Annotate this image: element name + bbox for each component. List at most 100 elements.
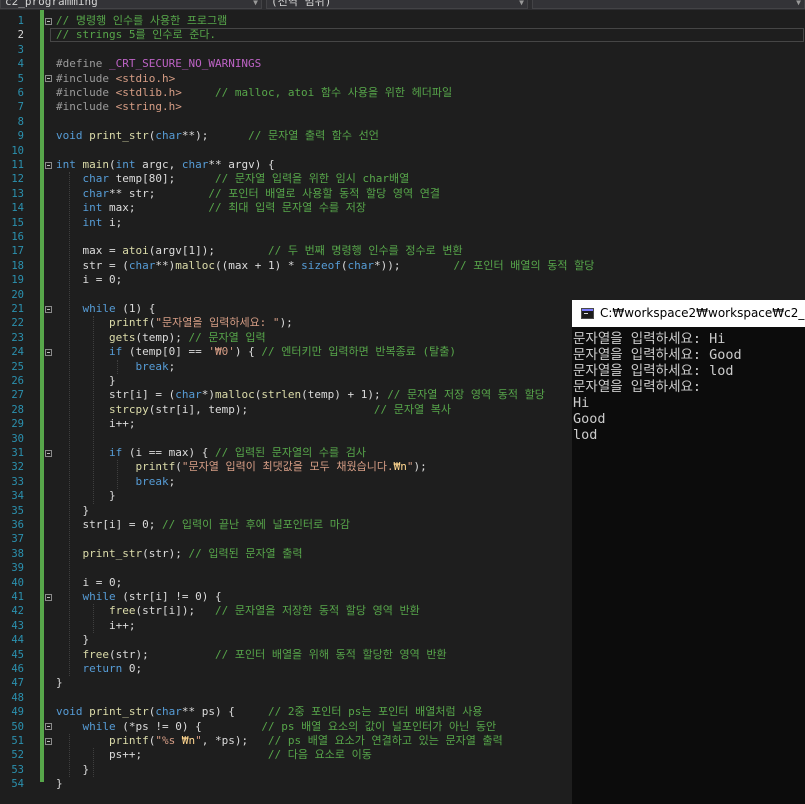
code-line[interactable]: ps++; // 다음 요소로 이동 xyxy=(56,748,372,762)
line-number: 45 xyxy=(11,648,24,661)
collapse-icon[interactable] xyxy=(45,737,52,745)
code-token: "%s xyxy=(155,734,182,747)
code-token: // 문자열 저장 영역 동적 할당 xyxy=(387,388,545,402)
code-line[interactable]: gets(temp); // 문자열 입력 xyxy=(56,331,266,345)
code-line[interactable]: #include <stdlib.h> // malloc, atoi 함수 사… xyxy=(56,86,452,100)
code-line[interactable]: int max; // 최대 입력 문자열 수를 저장 xyxy=(56,201,367,215)
code-token: #include xyxy=(56,100,116,114)
code-token: } xyxy=(56,777,63,791)
code-line[interactable]: char** str; // 포인터 배열로 사용할 동적 할당 영역 연결 xyxy=(56,187,441,201)
code-line[interactable]: print_str(str); // 입력된 문자열 출력 xyxy=(56,547,303,561)
code-line[interactable]: if (i == max) { // 입력된 문자열의 수를 검사 xyxy=(56,446,366,460)
code-line[interactable]: printf("문자열을 입력하세요: "); xyxy=(56,316,293,330)
code-token: ); xyxy=(413,460,427,474)
code-token: int xyxy=(82,215,109,229)
project-dropdown[interactable]: c2_programming ▼ xyxy=(0,0,262,9)
line-number: 25 xyxy=(11,360,24,373)
code-line[interactable]: while (1) { xyxy=(56,302,156,316)
code-line[interactable]: void print_str(char**); // 문자열 출력 함수 선언 xyxy=(56,129,379,143)
code-line[interactable]: } xyxy=(56,633,89,647)
code-line[interactable]: i++; xyxy=(56,417,136,431)
collapse-icon[interactable] xyxy=(45,161,52,169)
code-line[interactable]: printf("문자열 입력이 최댓값을 모두 채웠습니다.₩n"); xyxy=(56,460,427,474)
code-line[interactable]: } xyxy=(56,489,116,503)
code-token: char xyxy=(128,258,156,272)
code-line[interactable]: #include <stdio.h> xyxy=(56,72,175,86)
code-line[interactable]: str[i] = 0; // 입력이 끝난 후에 널포인터로 마감 xyxy=(56,518,350,532)
code-line[interactable]: // strings 5를 인수로 준다. xyxy=(56,28,216,42)
line-number: 9 xyxy=(17,130,24,143)
code-line[interactable]: str = (char**)malloc((max + 1) * sizeof(… xyxy=(56,259,594,273)
code-line[interactable]: } xyxy=(56,504,89,518)
code-line[interactable]: } xyxy=(56,374,116,388)
code-line[interactable]: free(str); // 포인터 배열을 위해 동적 할당한 영역 반환 xyxy=(56,648,447,662)
code-token: strcpy xyxy=(108,402,149,416)
console-window[interactable]: C:₩workspace2₩workspace₩c2_programming₩D… xyxy=(572,300,805,804)
code-line[interactable]: #define _CRT_SECURE_NO_WARNINGS xyxy=(56,57,261,71)
code-line[interactable]: } xyxy=(56,763,89,777)
code-line[interactable]: } xyxy=(56,777,63,791)
chevron-down-icon: ▼ xyxy=(796,0,801,7)
scope-dropdown[interactable]: (전역 범위) ▼ xyxy=(266,0,528,9)
member-dropdown[interactable]: ▼ xyxy=(532,0,805,9)
code-token: i = 0; xyxy=(56,575,123,589)
code-line[interactable]: break; xyxy=(56,360,175,374)
code-token: // ps 배열 요소가 연결하고 있는 문자열 출력 xyxy=(267,734,503,747)
code-token: free xyxy=(82,647,110,661)
code-token: free xyxy=(108,604,136,618)
collapse-icon[interactable] xyxy=(45,17,52,25)
code-token: // 두 번째 명령행 인수를 정수로 변환 xyxy=(267,244,463,258)
code-line[interactable]: break; xyxy=(56,475,175,489)
line-number: 44 xyxy=(11,634,24,647)
line-number: 34 xyxy=(11,490,24,503)
code-line[interactable]: // 명령행 인수를 사용한 프로그램 xyxy=(56,14,227,28)
code-token: printf xyxy=(108,734,149,747)
line-number: 47 xyxy=(11,677,24,690)
line-number: 32 xyxy=(11,461,24,474)
code-line[interactable]: if (temp[0] == '₩0') { // 엔터키만 입력하면 반복종료… xyxy=(56,345,456,359)
code-line[interactable]: while (str[i] != 0) { xyxy=(56,590,222,604)
code-token: " xyxy=(195,734,202,747)
collapse-icon[interactable] xyxy=(45,348,52,356)
line-number: 27 xyxy=(11,389,24,402)
line-number: 7 xyxy=(17,101,24,114)
code-token: break xyxy=(135,474,169,488)
code-line[interactable]: int i; xyxy=(56,215,123,230)
code-line[interactable]: free(str[i]); // 문자열을 저장한 동적 할당 영역 반환 xyxy=(56,604,420,618)
code-line[interactable]: void print_str(char** ps) { // 2중 포인터 ps… xyxy=(56,705,482,719)
code-token: char xyxy=(155,129,182,143)
code-line[interactable]: i = 0; xyxy=(56,576,122,590)
code-line[interactable]: str[i] = (char*)malloc(strlen(temp) + 1)… xyxy=(56,388,545,402)
line-number: 38 xyxy=(11,547,24,560)
code-line[interactable]: return 0; xyxy=(56,662,143,676)
code-line[interactable]: max = atoi(argv[1]); // 두 번째 명령행 인수를 정수로… xyxy=(56,244,463,258)
code-token: return xyxy=(82,662,129,675)
line-number: 50 xyxy=(11,720,24,733)
code-line[interactable]: printf("%s ₩n", *ps); // ps 배열 요소가 연결하고 … xyxy=(56,734,503,748)
line-number: 48 xyxy=(11,691,24,704)
collapse-icon[interactable] xyxy=(45,723,52,731)
code-line[interactable]: strcpy(str[i], temp); // 문자열 복사 xyxy=(56,403,451,417)
line-number: 14 xyxy=(11,202,24,215)
collapse-icon[interactable] xyxy=(45,593,52,601)
code-token: #define xyxy=(56,57,109,71)
code-token: ) { xyxy=(234,345,262,359)
code-line[interactable]: while (*ps != 0) { // ps 배열 요소의 값이 널포인터가… xyxy=(56,720,497,734)
code-line[interactable]: #include <string.h> xyxy=(56,100,182,114)
console-title-bar[interactable]: C:₩workspace2₩workspace₩c2_programming₩D… xyxy=(572,300,805,327)
code-token: print_str xyxy=(89,129,149,143)
code-line[interactable]: int main(int argc, char** argv) { xyxy=(56,158,275,172)
line-number: 23 xyxy=(11,331,24,344)
code-token: strlen xyxy=(261,388,302,402)
collapse-icon[interactable] xyxy=(45,305,52,313)
collapse-icon[interactable] xyxy=(45,449,52,457)
code-line[interactable]: i = 0; xyxy=(56,273,122,287)
collapse-icon[interactable] xyxy=(45,75,52,83)
code-line[interactable]: } xyxy=(56,676,63,690)
code-line[interactable]: char temp[80]; // 문자열 입력을 위한 임시 char배열 xyxy=(56,172,410,186)
code-line[interactable]: i++; xyxy=(56,619,136,633)
